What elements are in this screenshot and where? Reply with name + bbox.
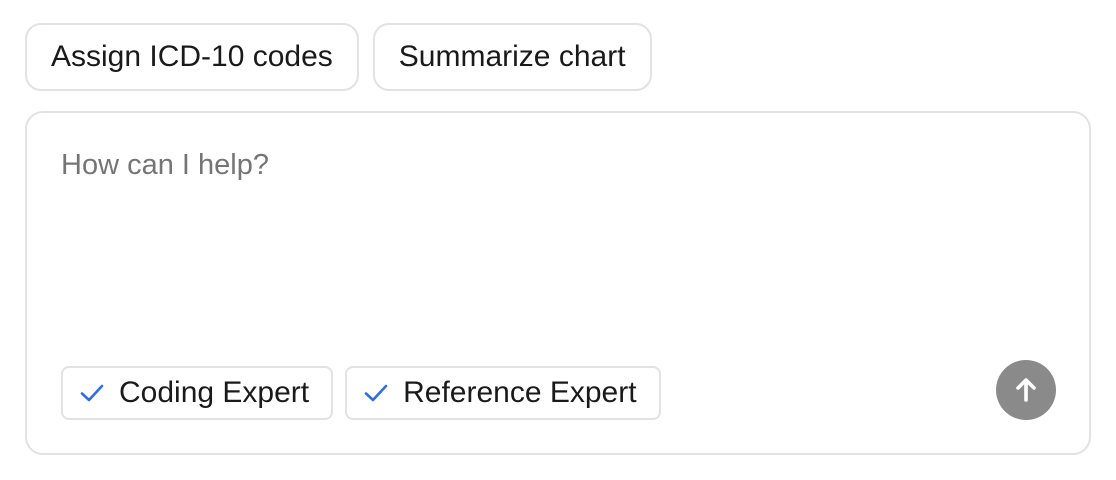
arrow-up-icon [1011,375,1041,405]
prompt-input[interactable] [61,149,1041,329]
reference-expert-toggle[interactable]: Reference Expert [345,366,661,420]
chat-composer: Coding Expert Reference Expert [25,111,1091,455]
check-icon [363,380,389,406]
check-icon [79,380,105,406]
suggestion-assign-icd10-button[interactable]: Assign ICD-10 codes [25,23,359,91]
suggestion-chips: Assign ICD-10 codes Summarize chart [25,23,652,91]
expert-toggles: Coding Expert Reference Expert [61,366,661,420]
coding-expert-toggle[interactable]: Coding Expert [61,366,334,420]
send-button[interactable] [996,360,1056,420]
coding-expert-label: Coding Expert [119,376,310,409]
suggestion-summarize-chart-button[interactable]: Summarize chart [372,23,652,91]
reference-expert-label: Reference Expert [403,376,637,409]
